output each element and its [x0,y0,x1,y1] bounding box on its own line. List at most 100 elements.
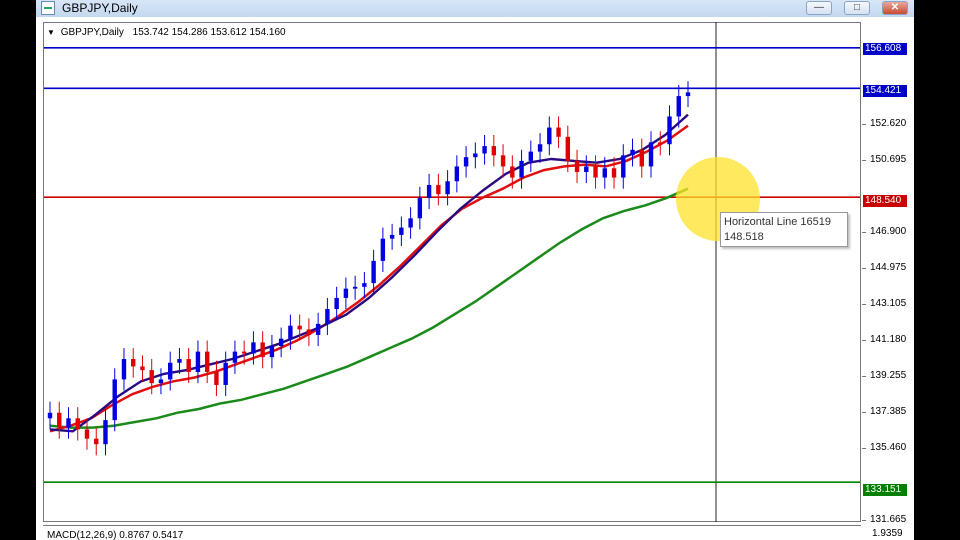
candle-body [537,144,543,152]
candle-body [158,379,164,384]
candle-body [556,127,561,137]
hline-label-154421: 154.421 [863,85,907,97]
price-chart[interactable] [36,17,914,540]
candle-body [241,351,247,354]
hline-label-148540: 148.540 [863,195,907,207]
candle-body [306,329,312,335]
candle-body [574,160,580,172]
price-tick: 152.620 [861,118,907,129]
candle-body [371,260,376,284]
price-tick: 139.255 [861,370,907,381]
candle-body [482,146,487,154]
hline-label-133151: 133.151 [863,484,907,496]
candle-body [352,286,358,289]
moving-average-line [49,187,689,429]
candle-body [223,362,228,385]
candle-body [510,166,515,178]
macd-tick: 1.9359 [872,528,903,539]
candle-body [204,351,210,372]
hline-tooltip: Horizontal Line 16519 148.518 [720,212,848,247]
candle-body [325,309,330,324]
candle-body [473,153,478,158]
maximize-button[interactable]: □ [844,1,870,15]
chart-icon [41,1,55,15]
candle-body [343,288,349,298]
price-tick: 141.180 [861,334,907,345]
candle-body [66,418,71,428]
candle-body [380,238,386,261]
candle-body [195,351,201,372]
symbol-label: GBPJPY,Daily [60,27,124,38]
candle-body [186,359,191,372]
candle-body [528,151,534,161]
candle-body [519,160,524,178]
minimize-button[interactable]: — [806,1,832,15]
price-tick: 143.105 [861,298,907,309]
candle-body [47,412,53,419]
candle-body [417,197,423,219]
candle-body [131,359,136,367]
candle-body [177,359,182,363]
candle-body [639,149,644,167]
candle-body [658,142,663,145]
candle-body [463,157,469,167]
candle-body [602,168,607,178]
ohlc-readout: ▼ GBPJPY,Daily 153.742 154.286 153.612 1… [47,27,286,38]
candle-body [214,372,219,385]
candle-body [389,234,395,239]
chart-window: GBPJPY,Daily — □ ✕ ▼ GBPJPY,Daily 153.74… [36,0,914,540]
tooltip-name: Horizontal Line 16519 [724,216,832,228]
candle-body [630,149,635,156]
candle-body [84,429,90,439]
candle-body [362,283,367,287]
candle-body [648,142,654,167]
macd-label: MACD(12,26,9) 0.8767 0.5417 [47,530,184,540]
price-tick: 144.975 [861,262,907,273]
price-tick: 146.900 [861,226,907,237]
moving-average-line [49,124,689,433]
candle-body [260,342,265,358]
candle-body [112,379,117,421]
candle-body [278,338,284,347]
price-tick: 135.460 [861,442,907,453]
candle-body [251,342,256,354]
candle-body [94,438,99,445]
candle-body [593,166,598,178]
candle-body [232,351,238,363]
chart-area[interactable]: ▼ GBPJPY,Daily 153.742 154.286 153.612 1… [36,17,914,540]
price-scale[interactable]: 152.620 150.695 146.900 144.975 143.105 … [861,22,914,525]
candle-body [685,92,691,97]
candle-body [168,362,173,380]
candle-body [584,166,589,172]
candle-body [297,325,302,330]
price-tick: 150.695 [861,154,907,165]
candle-body [500,155,506,167]
candle-body [408,218,413,228]
candle-body [75,418,80,430]
ohlc-values: 153.742 154.286 153.612 154.160 [132,27,286,38]
candle-body [57,412,62,428]
candle-body [436,184,441,195]
candle-body [426,184,432,198]
price-tick: 131.665 [861,514,907,525]
price-tick: 137.385 [861,406,907,417]
candle-body [565,136,570,161]
candle-body [547,127,552,145]
triangle-icon: ▼ [47,28,55,37]
tooltip-value: 148.518 [724,231,764,243]
candle-body [149,370,154,384]
title-bar[interactable]: GBPJPY,Daily — □ ✕ [36,0,914,18]
candle-body [334,297,339,310]
candle-body [667,116,672,145]
candle-body [103,420,108,445]
candle-body [445,181,450,195]
candle-body [454,166,460,182]
candle-body [288,325,293,339]
candle-body [140,366,145,371]
moving-average-line [49,113,689,433]
candle-body [491,146,497,156]
candle-body [399,227,404,235]
close-button[interactable]: ✕ [882,1,908,15]
candle-body [121,359,127,380]
candle-body [611,168,617,178]
